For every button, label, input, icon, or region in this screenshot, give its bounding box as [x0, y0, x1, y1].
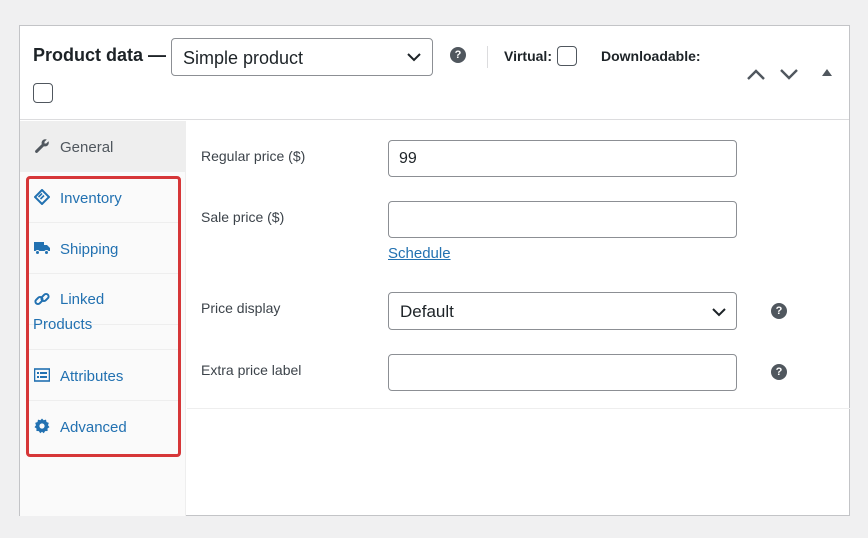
sale-price-input[interactable] — [388, 201, 737, 238]
virtual-label: Virtual: — [504, 48, 552, 64]
extra-price-label: Extra price label — [201, 362, 302, 378]
price-display-label: Price display — [201, 300, 281, 316]
extra-price-input[interactable] — [388, 354, 737, 391]
virtual-checkbox[interactable] — [557, 46, 577, 66]
schedule-link[interactable]: Schedule — [388, 245, 451, 262]
tab-general[interactable]: General — [20, 121, 186, 172]
tabs-highlight-box — [26, 176, 181, 457]
product-data-panel: Product data — Simple product ? Virtual:… — [19, 25, 850, 516]
downloadable-label: Downloadable: — [601, 48, 701, 64]
price-display-value: Default — [400, 302, 454, 321]
panel-header: Product data — Simple product ? Virtual:… — [20, 26, 849, 120]
help-icon[interactable]: ? — [450, 47, 466, 63]
product-data-tabs: General Inventory Shipping Linked Produc… — [20, 121, 186, 516]
regular-price-label: Regular price ($) — [201, 148, 306, 164]
regular-price-input[interactable]: 99 — [388, 140, 737, 177]
header-divider — [487, 46, 488, 68]
extra-price-help-icon[interactable]: ? — [771, 364, 787, 380]
section-divider — [187, 408, 850, 409]
toggle-panel-icon[interactable] — [821, 67, 833, 77]
price-display-help-icon[interactable]: ? — [771, 303, 787, 319]
regular-price-value: 99 — [399, 150, 417, 167]
move-up-icon[interactable] — [746, 67, 766, 81]
wrench-icon — [35, 139, 49, 153]
product-type-value: Simple product — [183, 48, 304, 68]
move-down-icon[interactable] — [779, 67, 799, 81]
product-type-select[interactable]: Simple product — [171, 38, 433, 76]
panel-title: Product data — — [33, 45, 167, 65]
tab-label: General — [60, 139, 114, 156]
downloadable-checkbox[interactable] — [33, 83, 53, 103]
sale-price-label: Sale price ($) — [201, 209, 285, 225]
chevron-down-icon — [712, 308, 726, 317]
price-display-select[interactable]: Default — [388, 292, 737, 330]
chevron-down-icon — [407, 53, 421, 62]
